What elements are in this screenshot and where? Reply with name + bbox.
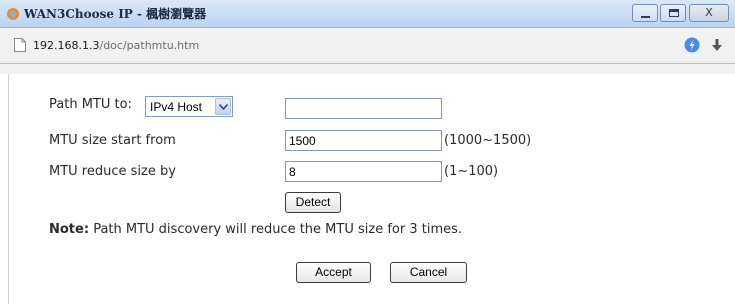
chevron-down-icon[interactable] <box>215 98 231 115</box>
path-mtu-select-value: IPv4 Host <box>150 100 203 114</box>
cancel-button[interactable]: Cancel <box>390 262 467 283</box>
maximize-icon <box>669 9 679 17</box>
page-margin <box>0 64 735 74</box>
path-mtu-select[interactable]: IPv4 Host <box>145 96 233 117</box>
address-bar: 192.168.1.3/doc/pathmtu.htm <box>0 28 735 64</box>
mtu-reduce-label: MTU reduce size by <box>49 164 176 179</box>
path-mtu-host-input[interactable] <box>285 98 442 119</box>
path-mtu-label: Path MTU to: <box>49 97 132 112</box>
mtu-start-range: (1000~1500) <box>444 133 532 148</box>
download-arrow-icon[interactable] <box>711 38 723 52</box>
close-icon: X <box>705 6 713 19</box>
url-text[interactable]: 192.168.1.3/doc/pathmtu.htm <box>33 39 199 52</box>
detect-button[interactable]: Detect <box>285 192 341 213</box>
url-path: /doc/pathmtu.htm <box>99 39 200 52</box>
mtu-start-label: MTU size start from <box>49 133 176 148</box>
mtu-reduce-input[interactable] <box>285 161 442 182</box>
page-icon <box>14 38 26 52</box>
note-prefix: Note: <box>49 222 90 237</box>
mtu-start-input[interactable] <box>285 130 442 151</box>
url-host: 192.168.1.3 <box>33 39 100 52</box>
maximize-button[interactable] <box>660 4 686 22</box>
minimize-button[interactable] <box>632 4 658 22</box>
accept-button[interactable]: Accept <box>296 262 371 283</box>
window-title: WAN3Choose IP - 楓樹瀏覽器 <box>24 7 207 21</box>
title-bar: WAN3Choose IP - 楓樹瀏覽器 X <box>0 0 735 28</box>
note-body: Path MTU discovery will reduce the MTU s… <box>93 222 463 237</box>
close-button[interactable]: X <box>689 4 729 22</box>
note-text: Note: Path MTU discovery will reduce the… <box>49 222 462 237</box>
mtu-reduce-range: (1~100) <box>444 164 499 179</box>
browser-app-icon <box>7 8 19 20</box>
compatibility-icon[interactable] <box>684 37 700 53</box>
minimize-icon <box>641 16 650 18</box>
